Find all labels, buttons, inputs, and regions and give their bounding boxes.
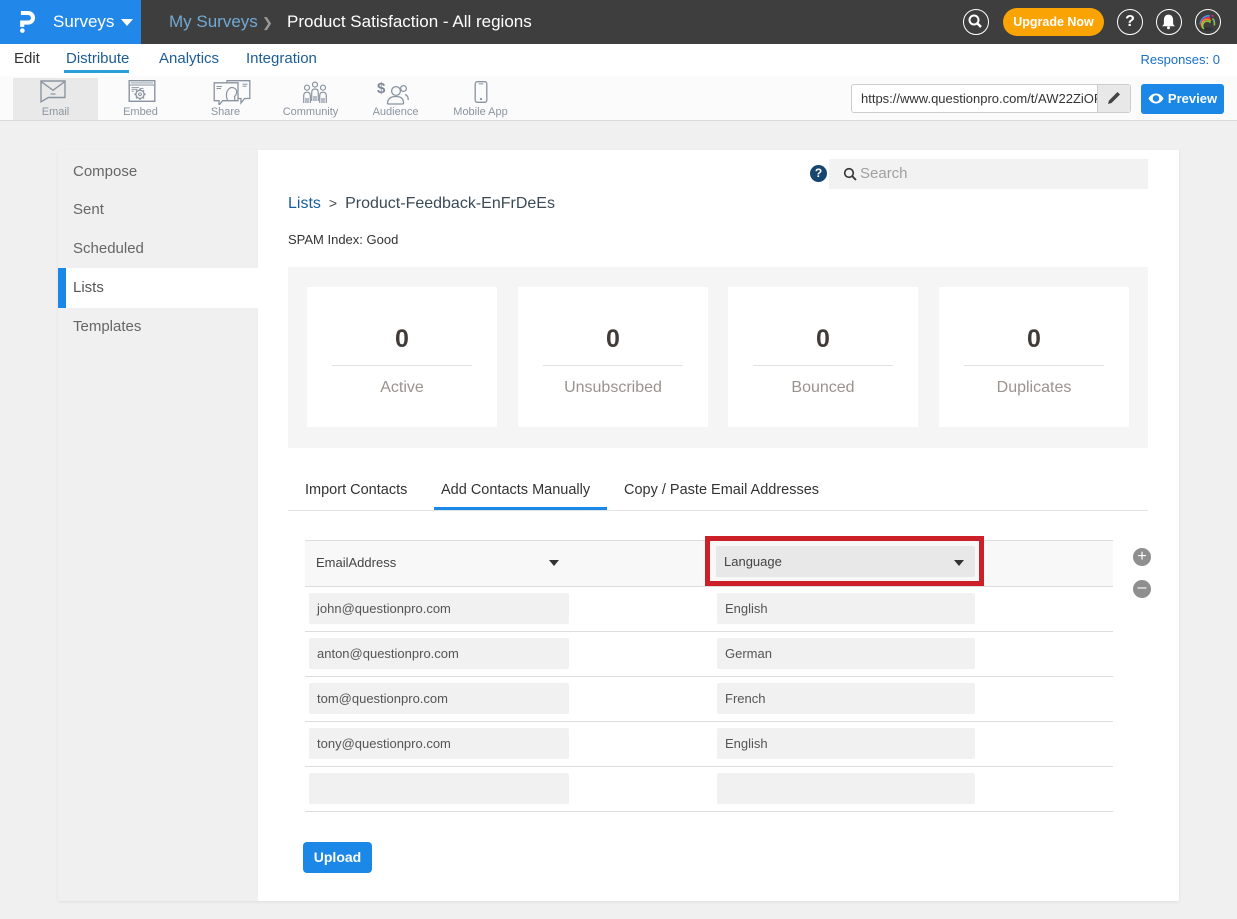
svg-text:$: $ (377, 80, 386, 97)
